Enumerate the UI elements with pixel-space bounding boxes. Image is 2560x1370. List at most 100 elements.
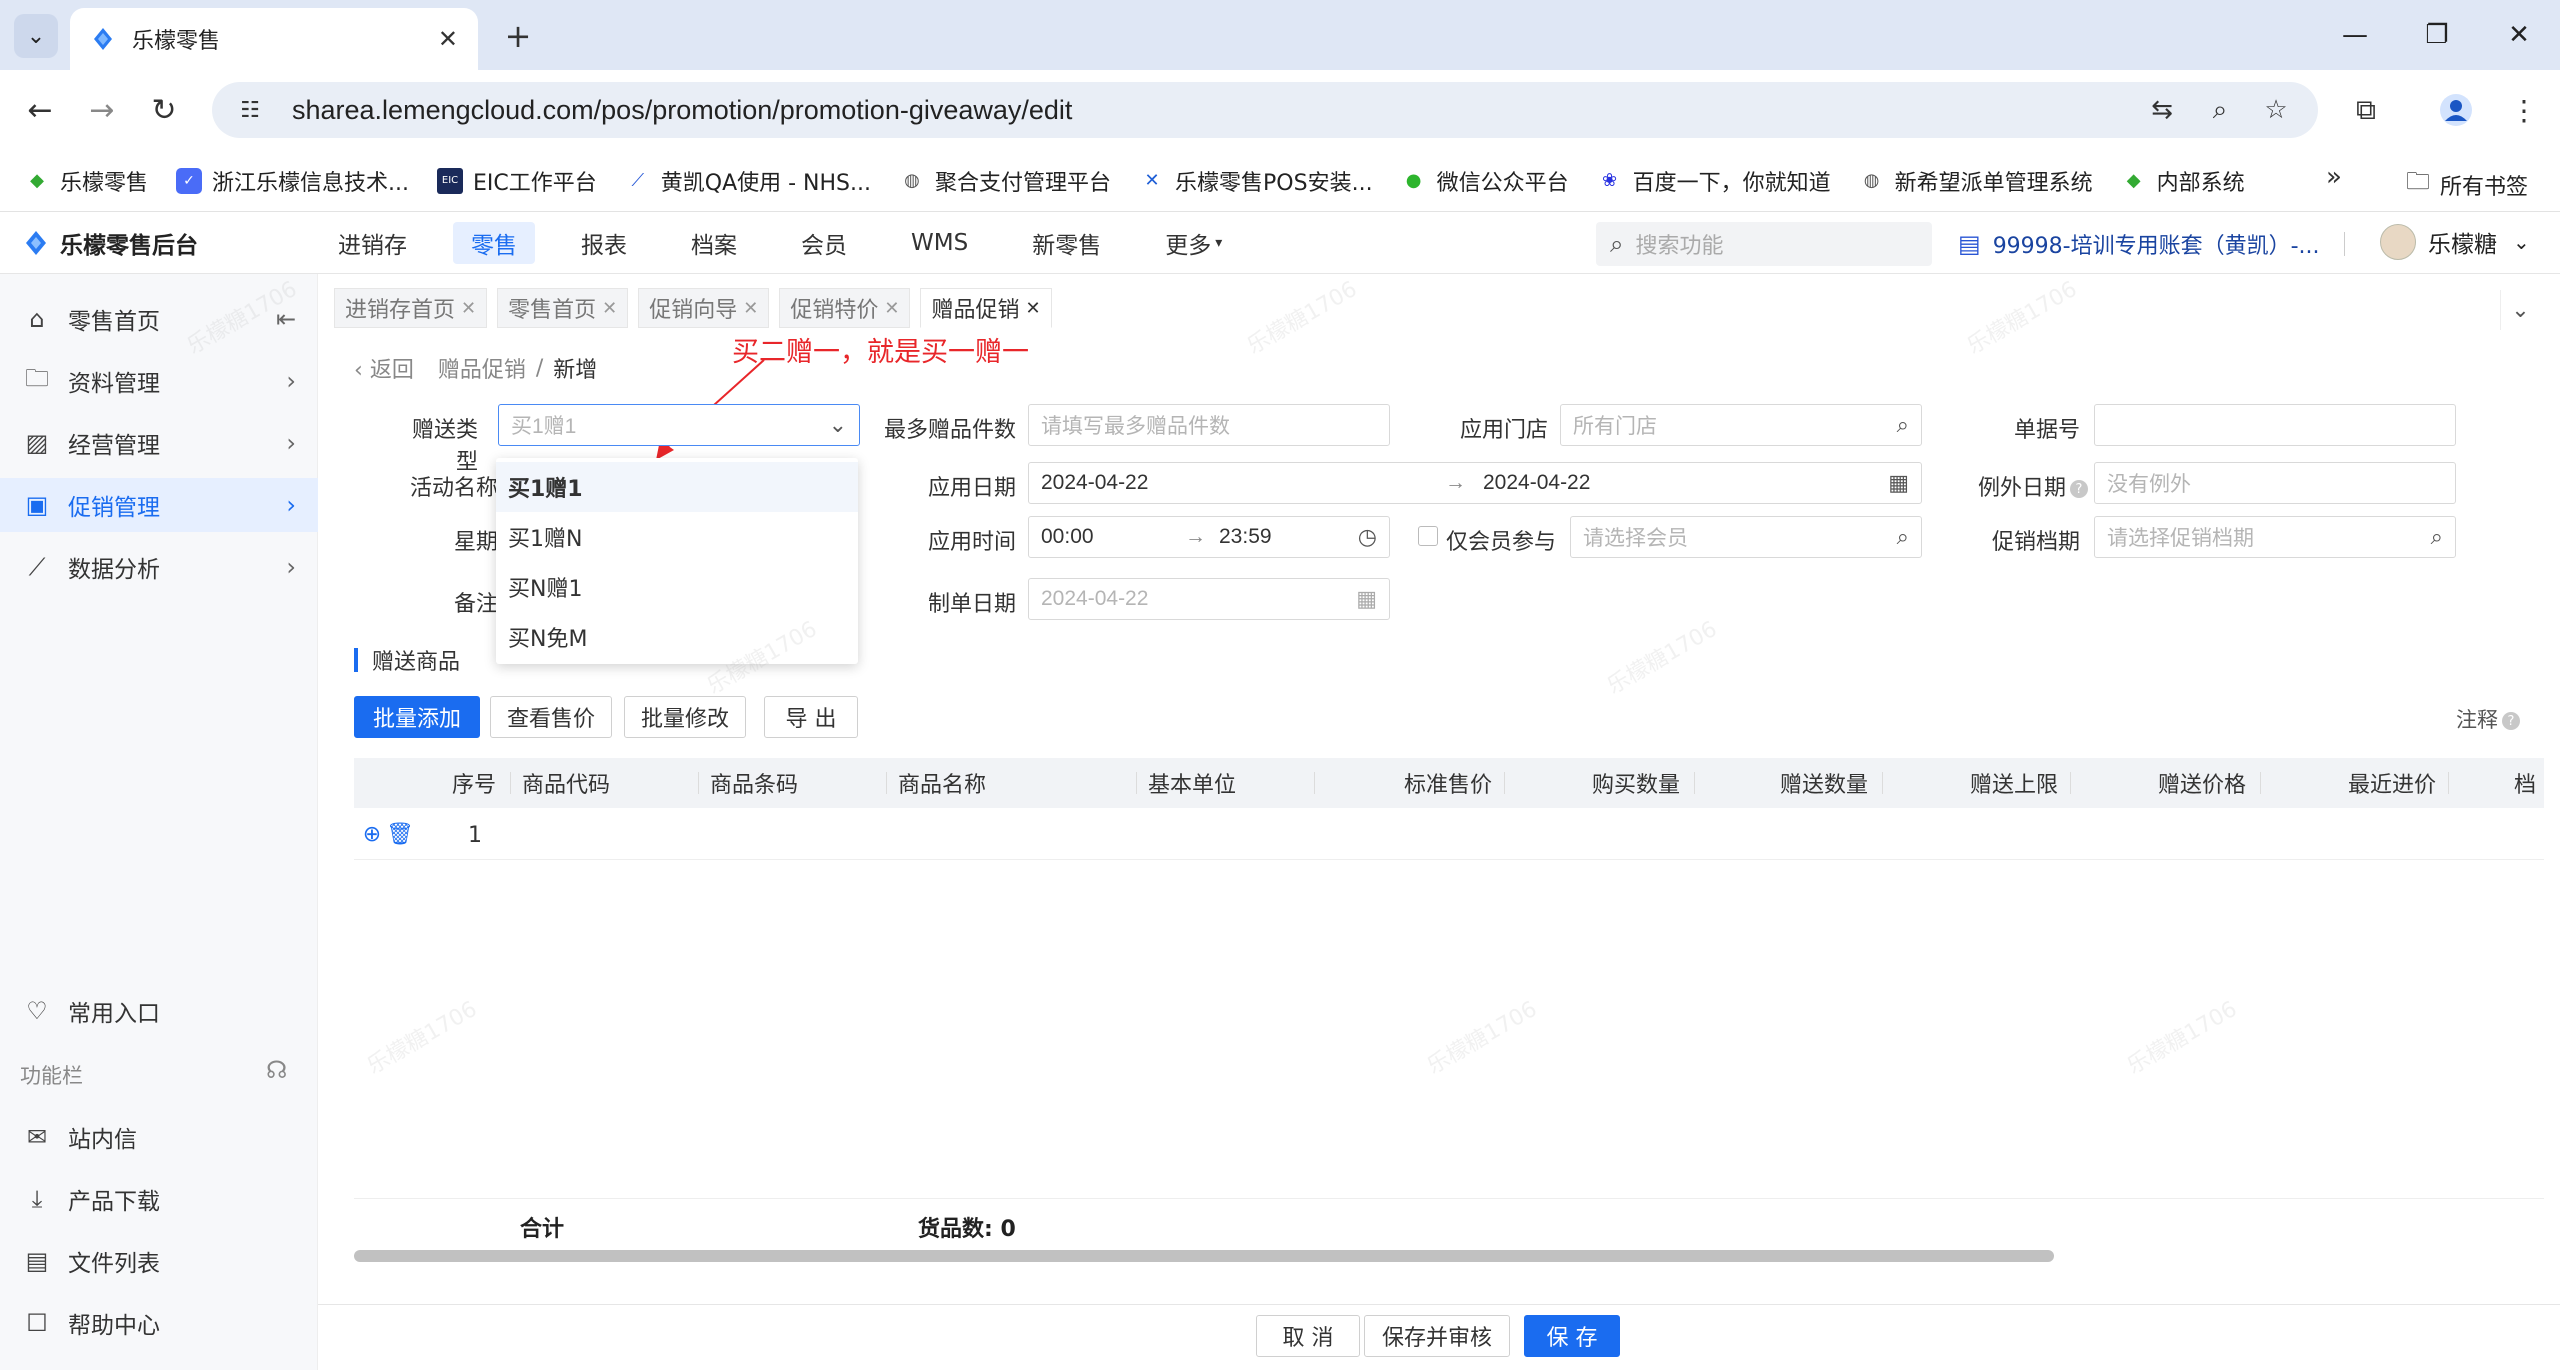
view-price-button[interactable]: 查看售价: [490, 696, 612, 738]
bookmark-item[interactable]: ✕ 乐檬零售POS安装...: [1139, 165, 1372, 197]
collapse-sidebar-icon[interactable]: ⇤: [276, 305, 296, 333]
bookmark-item[interactable]: EIC EIC工作平台: [437, 165, 597, 197]
sidebar-item-data-analysis[interactable]: ⟋ 数据分析 ›: [0, 540, 318, 594]
nav-item[interactable]: 新零售: [1014, 222, 1119, 264]
account-selector[interactable]: ▤ 99998-培训专用账套（黄凯）-...: [1958, 228, 2320, 260]
sidebar-item-downloads[interactable]: ⤓ 产品下载: [0, 1172, 318, 1226]
cancel-button[interactable]: 取 消: [1256, 1315, 1360, 1357]
delete-row-icon[interactable]: 🗑: [386, 822, 414, 847]
bookmark-item[interactable]: ◍ 新希望派单管理系统: [1859, 165, 2093, 197]
bookmark-item[interactable]: ⟋ 黄凯QA使用 - NHS...: [625, 165, 871, 197]
nav-item[interactable]: 档案: [673, 222, 755, 264]
sidebar-item-file-list[interactable]: ▤ 文件列表: [0, 1234, 318, 1288]
add-row-icon[interactable]: ⊕: [360, 822, 384, 847]
page-tab[interactable]: 进销存首页 ✕: [334, 288, 488, 328]
dropdown-option[interactable]: 买1赠N: [496, 512, 858, 562]
menu-icon[interactable]: ⋮: [2502, 88, 2546, 132]
sidebar-item-help[interactable]: ☐ 帮助中心: [0, 1296, 318, 1350]
omnibox[interactable]: ☷ sharea.lemengcloud.com/pos/promotion/p…: [212, 82, 2318, 138]
bookmark-item[interactable]: ❀ 百度一下，你就知道: [1597, 165, 1831, 197]
reload-icon[interactable]: ↻: [142, 88, 186, 132]
profile-icon[interactable]: [2434, 88, 2478, 132]
footer-total-label: 合计: [520, 1217, 565, 1242]
sidebar-item-common-entry[interactable]: ♡ 常用入口: [0, 984, 318, 1038]
function-search-input[interactable]: ⌕ 搜索功能: [1596, 222, 1932, 266]
dropdown-option[interactable]: 买N赠1: [496, 562, 858, 612]
back-link[interactable]: ‹ 返回: [354, 352, 414, 384]
more-bookmarks-icon[interactable]: »: [2326, 162, 2342, 192]
max-gift-input[interactable]: 请填写最多赠品件数: [1028, 404, 1390, 446]
dropdown-option[interactable]: 买N免M: [496, 612, 858, 662]
back-icon[interactable]: ←: [18, 88, 62, 132]
close-icon[interactable]: ✕: [1025, 298, 1040, 319]
zoom-icon[interactable]: ⌕: [2202, 92, 2238, 128]
search-icon[interactable]: ⌕: [1897, 412, 1909, 438]
save-button[interactable]: 保 存: [1524, 1315, 1620, 1357]
headset-icon[interactable]: ☊: [266, 1056, 287, 1084]
sidebar-item-business-management[interactable]: ▨ 经营管理 ›: [0, 416, 318, 470]
tabs-expand-icon[interactable]: ⌄: [2500, 290, 2540, 330]
time-range-picker[interactable]: 00:00 → 23:59 ◷: [1028, 516, 1390, 558]
translate-icon[interactable]: ⇆: [2144, 92, 2180, 128]
extensions-icon[interactable]: ⧉: [2344, 88, 2388, 132]
page-tab-active[interactable]: 赠品促销 ✕: [920, 288, 1052, 328]
bookmark-item[interactable]: ✓ 浙江乐檬信息技术...: [176, 165, 409, 197]
url-text[interactable]: sharea.lemengcloud.com/pos/promotion/pro…: [292, 95, 1072, 126]
bookmark-item[interactable]: ◍ 聚合支付管理平台: [899, 165, 1111, 197]
forward-icon[interactable]: →: [80, 88, 124, 132]
gift-type-select[interactable]: 买1赠1 ⌄: [498, 404, 860, 446]
doc-no-input[interactable]: [2094, 404, 2456, 446]
nav-item[interactable]: WMS: [893, 222, 986, 264]
close-icon[interactable]: ✕: [461, 298, 476, 319]
home-icon: ⌂: [29, 305, 45, 333]
page-tab[interactable]: 零售首页 ✕: [497, 288, 629, 328]
sidebar-item-promotion-management[interactable]: ▣ 促销管理 ›: [0, 478, 318, 532]
bookmark-star-icon[interactable]: ☆: [2258, 92, 2294, 128]
bookmark-item[interactable]: ◆ 内部系统: [2121, 165, 2245, 197]
batch-edit-button[interactable]: 批量修改: [624, 696, 746, 738]
promo-period-input[interactable]: 请选择促销档期 ⌕: [2094, 516, 2456, 558]
page-tab[interactable]: 促销向导 ✕: [638, 288, 770, 328]
nav-item[interactable]: 会员: [783, 222, 865, 264]
user-menu[interactable]: 乐檬糖 ⌄: [2380, 224, 2530, 260]
new-tab-icon[interactable]: +: [496, 14, 540, 58]
window-close-icon[interactable]: ✕: [2494, 12, 2544, 58]
close-icon[interactable]: ✕: [884, 298, 899, 319]
member-only-checkbox[interactable]: [1418, 526, 1438, 546]
caret-down-icon: ▾: [1215, 235, 1223, 251]
exception-date-input[interactable]: 没有例外: [2094, 462, 2456, 504]
brand[interactable]: 乐檬零售后台: [22, 226, 198, 260]
close-icon[interactable]: ✕: [602, 298, 617, 319]
sidebar-item-retail-home[interactable]: ⌂ 零售首页 ⇤: [0, 292, 318, 346]
restore-icon[interactable]: ❐: [2412, 12, 2462, 58]
notes-link[interactable]: 注释?: [2456, 704, 2520, 734]
nav-item[interactable]: 进销存: [320, 222, 425, 264]
bookmark-item[interactable]: ◆ 乐檬零售: [24, 165, 148, 197]
member-input[interactable]: 请选择会员 ⌕: [1570, 516, 1922, 558]
dropdown-option[interactable]: 买1赠1: [496, 462, 858, 512]
question-icon[interactable]: ?: [2070, 480, 2088, 498]
horizontal-scrollbar[interactable]: [354, 1250, 2054, 1262]
bookmark-item[interactable]: ● 微信公众平台: [1401, 165, 1569, 197]
nav-item-active[interactable]: 零售: [453, 222, 535, 264]
nav-item[interactable]: 报表: [563, 222, 645, 264]
sidebar-item-data-management[interactable]: 🗀 资料管理 ›: [0, 354, 318, 408]
all-bookmarks-folder[interactable]: 🗀 所有书签: [2406, 164, 2528, 205]
date-range-picker[interactable]: 2024-04-22 → 2024-04-22 ▦: [1028, 462, 1922, 504]
search-icon[interactable]: ⌕: [1897, 524, 1909, 550]
site-info-icon[interactable]: ☷: [232, 92, 268, 128]
batch-add-button[interactable]: 批量添加: [354, 696, 480, 738]
nav-item-more[interactable]: 更多 ▾: [1147, 222, 1240, 264]
tab-search-icon[interactable]: ⌄: [14, 14, 58, 58]
save-and-audit-button[interactable]: 保存并审核: [1364, 1315, 1510, 1357]
breadcrumb-parent[interactable]: 赠品促销: [438, 352, 526, 384]
sidebar-item-messages[interactable]: ✉ 站内信: [0, 1110, 318, 1164]
search-icon[interactable]: ⌕: [2431, 524, 2443, 550]
store-input[interactable]: 所有门店 ⌕: [1560, 404, 1922, 446]
minimize-icon[interactable]: —: [2330, 12, 2380, 58]
page-tab[interactable]: 促销特价 ✕: [779, 288, 911, 328]
export-button[interactable]: 导 出: [764, 696, 858, 738]
close-icon[interactable]: ✕: [743, 298, 758, 319]
tab-close-icon[interactable]: ✕: [438, 25, 458, 53]
browser-tab[interactable]: 乐檬零售 ✕: [70, 8, 478, 70]
